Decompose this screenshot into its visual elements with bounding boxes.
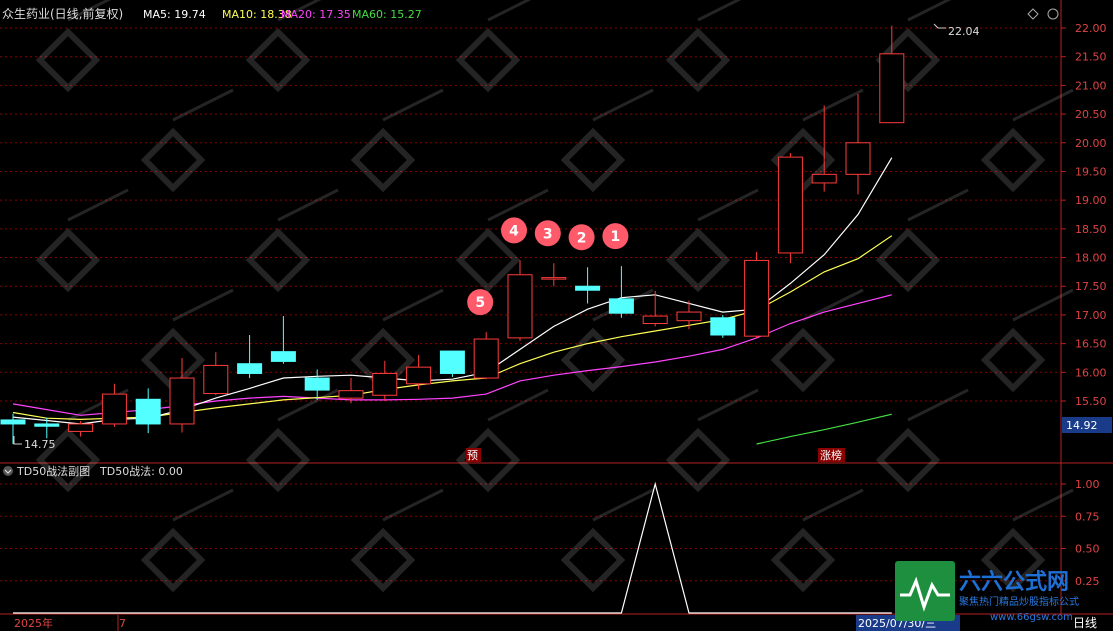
ma5-legend: MA5: 19.74 (143, 8, 206, 21)
candle-body (777, 156, 803, 254)
low-label: 14.75 (24, 438, 56, 451)
brand-url: www.66gsw.com (990, 612, 1073, 623)
price-tick-label: 21.00 (1075, 79, 1107, 92)
numbered-circle: 2 (568, 224, 595, 251)
brand-name: 六六公式网 (959, 570, 1069, 595)
candle-body (135, 398, 161, 425)
candle-body (507, 274, 533, 339)
candle-body (372, 372, 398, 396)
numbered-circle: 1 (602, 223, 629, 250)
year-label: 2025年 (14, 616, 53, 630)
high-label: 22.04 (948, 25, 980, 38)
chart-canvas[interactable]: 5 4 3 2 1 22.00 21.50 21.00 20.50 20.00 19.50 19.0… (0, 0, 1113, 631)
candle-body (237, 363, 263, 374)
price-tick-label: 16.50 (1075, 338, 1107, 351)
price-tick-label: 19.50 (1075, 165, 1107, 178)
limit-up-marker: 涨榜 (820, 448, 842, 462)
period-label[interactable]: 日线 (1073, 616, 1097, 630)
candle-body (473, 338, 499, 379)
circle-number: 2 (577, 230, 587, 246)
numbered-circle: 3 (534, 220, 561, 247)
circle-number: 3 (543, 226, 553, 242)
candle-body (710, 317, 736, 336)
sub-chart-value: TD50战法: 0.00 (99, 464, 183, 478)
pre-marker: 预 (467, 449, 478, 462)
candle-body (68, 423, 94, 432)
candle-body (811, 173, 837, 184)
candle[interactable] (473, 332, 499, 380)
ma60-legend: MA60: 15.27 (352, 8, 422, 21)
sub-tick-label: 0.75 (1075, 510, 1100, 523)
circle-number: 5 (475, 295, 485, 311)
price-tick-label: 17.00 (1075, 309, 1107, 322)
numbered-circle: 4 (501, 217, 527, 244)
candle-body (439, 350, 465, 374)
sub-tick-label: 0.50 (1075, 543, 1100, 556)
candle-body (676, 311, 702, 322)
candle[interactable] (744, 251, 770, 338)
candle-body (101, 393, 127, 425)
candle-body (744, 259, 770, 337)
stock-chart-window: 5 4 3 2 1 22.00 21.50 21.00 20.50 20.00 19.50 19.0… (0, 0, 1113, 631)
candle[interactable] (777, 153, 803, 264)
logo-mark (895, 561, 955, 621)
candle-body (608, 298, 634, 314)
price-tick-label: 20.50 (1075, 108, 1107, 121)
circle-number: 4 (509, 223, 519, 239)
brand-slogan: 聚焦热门精品炒股指标公式 (959, 595, 1079, 608)
sub-chart-title[interactable]: TD50战法副图 (16, 464, 90, 478)
price-tick-label: 21.50 (1075, 51, 1107, 64)
stock-title[interactable]: 众生药业(日线,前复权) (2, 6, 123, 21)
numbered-circle: 5 (467, 289, 494, 316)
candle-body (845, 142, 871, 175)
candle-body (270, 351, 296, 362)
sub-tick-label: 1.00 (1075, 478, 1100, 491)
price-tick-label: 20.00 (1075, 137, 1107, 150)
candle-body (642, 315, 668, 325)
price-tick-label: 16.00 (1075, 366, 1107, 379)
price-tick-label: 17.50 (1075, 280, 1107, 293)
price-tick-label: 15.50 (1075, 395, 1107, 408)
price-tick-label: 19.00 (1075, 194, 1107, 207)
ma20-legend: MA20: 17.35 (281, 8, 351, 21)
candle-body (169, 377, 195, 425)
candle-body (203, 364, 229, 395)
price-tick-label: 18.50 (1075, 223, 1107, 236)
candle-body (406, 366, 432, 385)
candle-body (338, 390, 364, 399)
candle-body (575, 285, 601, 291)
candle-body (541, 277, 567, 280)
candle-body (34, 423, 60, 427)
collapse-icon[interactable] (3, 466, 13, 476)
candle[interactable] (439, 350, 465, 377)
candle-body (304, 377, 330, 391)
candle-body (879, 53, 905, 124)
candle[interactable] (710, 314, 736, 338)
month-label: 7 (119, 617, 126, 630)
sub-tick-label: 0.25 (1075, 575, 1100, 588)
circle-number: 1 (611, 229, 621, 245)
current-price-label: 14.92 (1066, 419, 1098, 432)
price-tick-label: 22.00 (1075, 22, 1107, 35)
price-tick-label: 18.00 (1075, 252, 1107, 265)
candle-body (0, 419, 26, 425)
